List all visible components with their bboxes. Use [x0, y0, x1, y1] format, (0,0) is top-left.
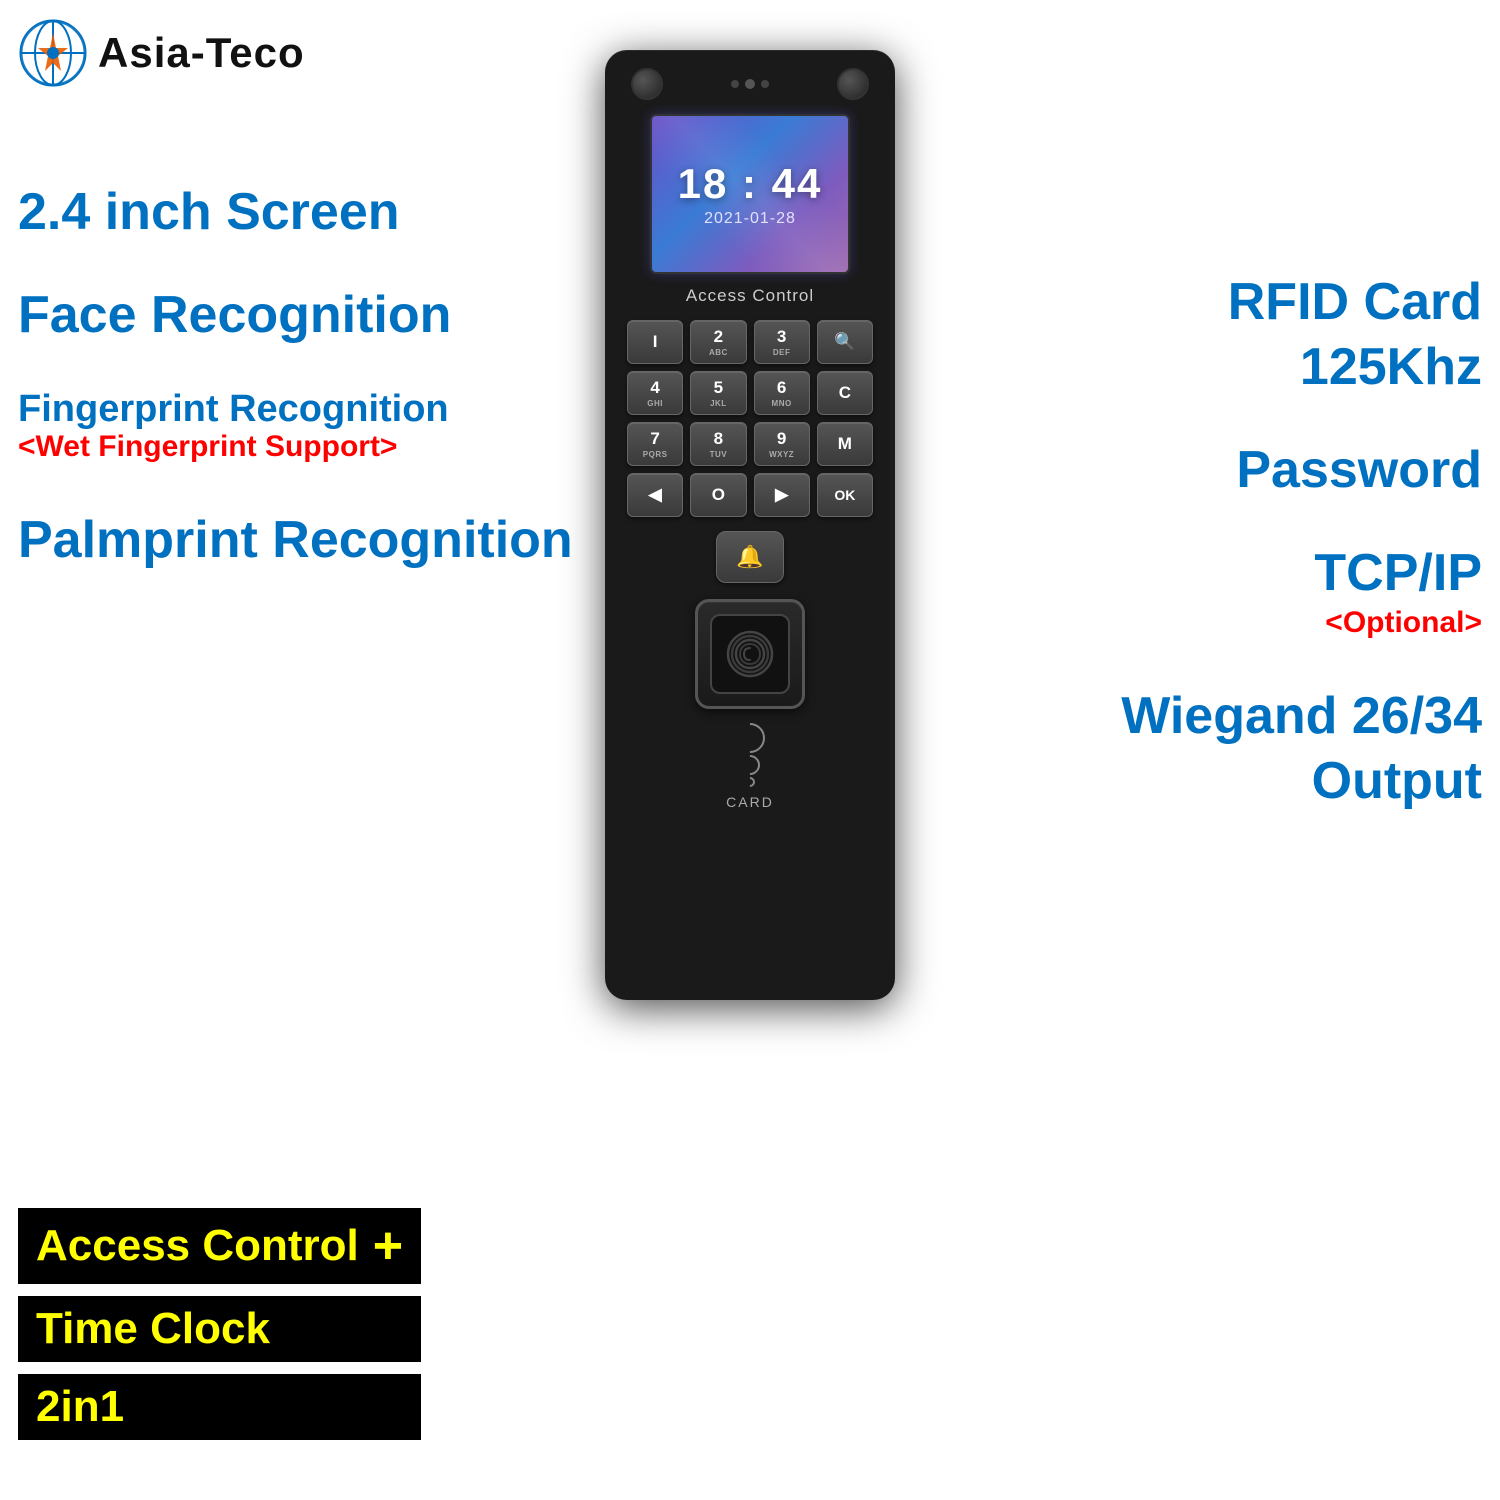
- key-4[interactable]: 4 GHI: [627, 371, 683, 415]
- card-label: CARD: [726, 794, 774, 810]
- key-6-main: 6: [777, 378, 786, 398]
- face-recognition-label: Face Recognition: [18, 283, 573, 348]
- key-m[interactable]: M: [817, 422, 873, 466]
- key-1-main: I: [653, 332, 658, 352]
- freq-label: 125Khz: [1300, 335, 1482, 400]
- key-6[interactable]: 6 MNO: [754, 371, 810, 415]
- right-features: RFID Card 125Khz Password TCP/IP <Option…: [1121, 200, 1482, 814]
- output-label: Output: [1312, 749, 1482, 814]
- key-5[interactable]: 5 JKL: [690, 371, 746, 415]
- right-sensor: [837, 68, 869, 100]
- top-sensors: [627, 68, 873, 100]
- device-access-label: Access Control: [686, 286, 814, 306]
- key-2-main: 2: [714, 327, 723, 347]
- key-9-sub: WXYZ: [769, 450, 794, 459]
- fingerprint-recognition-label: Fingerprint Recognition: [18, 386, 573, 434]
- key-3[interactable]: 3 DEF: [754, 320, 810, 364]
- bell-button[interactable]: 🔔: [716, 531, 784, 583]
- screen-size-label: 2.4 inch Screen: [18, 180, 573, 245]
- left-arrow-icon: ◀: [649, 485, 662, 505]
- key-5-sub: JKL: [710, 399, 727, 408]
- sensor-dot-camera: [745, 79, 755, 89]
- key-ok-main: OK: [834, 487, 855, 503]
- key-2[interactable]: 2 ABC: [690, 320, 746, 364]
- screen-time: 18 : 44: [678, 160, 823, 208]
- key-c[interactable]: C: [817, 371, 873, 415]
- key-3-main: 3: [777, 327, 786, 347]
- fingerprint-area[interactable]: [695, 599, 805, 709]
- fingerprint-svg: [720, 624, 780, 684]
- rfid-label: RFID Card: [1228, 270, 1482, 335]
- key-8-main: 8: [714, 429, 723, 449]
- key-left[interactable]: ◀: [627, 473, 683, 517]
- sensor-dots: [731, 79, 769, 89]
- key-7-main: 7: [650, 429, 659, 449]
- key-ok[interactable]: OK: [817, 473, 873, 517]
- fingerprint-sensor: [710, 614, 790, 694]
- left-features: 2.4 inch Screen Face Recognition Fingerp…: [18, 120, 573, 573]
- device-wrapper: 18 : 44 2021-01-28 Access Control I 2 AB…: [590, 50, 910, 1000]
- sensor-dot-2: [761, 80, 769, 88]
- palmprint-recognition-label: Palmprint Recognition: [18, 508, 573, 573]
- wave-arc-large: [729, 717, 771, 759]
- wiegand-label: Wiegand 26/34: [1121, 684, 1482, 749]
- card-waves: [735, 723, 765, 787]
- wave-arc-small: [743, 775, 757, 789]
- key-9[interactable]: 9 WXYZ: [754, 422, 810, 466]
- key-2-sub: ABC: [709, 348, 728, 357]
- left-sensor: [631, 68, 663, 100]
- key-4-sub: GHI: [647, 399, 663, 408]
- key-7-sub: PQRS: [643, 450, 668, 459]
- access-control-box-text: Access Control: [36, 1221, 359, 1271]
- twoin1-box: 2in1: [18, 1374, 421, 1440]
- key-8[interactable]: 8 TUV: [690, 422, 746, 466]
- plus-icon: +: [373, 1216, 403, 1276]
- key-0[interactable]: O: [690, 473, 746, 517]
- device-screen: 18 : 44 2021-01-28: [650, 114, 850, 274]
- screen-date: 2021-01-28: [704, 210, 796, 228]
- key-m-main: M: [838, 434, 852, 454]
- logo-icon: [18, 18, 88, 88]
- keypad: I 2 ABC 3 DEF 🔍 4 GHI 5 JKL: [627, 320, 873, 517]
- time-clock-box-text: Time Clock: [36, 1304, 270, 1354]
- logo-text: Asia-Teco: [98, 29, 305, 77]
- logo-area: Asia-Teco: [18, 18, 305, 88]
- key-8-sub: TUV: [710, 450, 728, 459]
- twoin1-box-text: 2in1: [36, 1382, 124, 1432]
- wet-fingerprint-label: <Wet Fingerprint Support>: [18, 430, 573, 464]
- key-9-main: 9: [777, 429, 786, 449]
- key-right[interactable]: ▶: [754, 473, 810, 517]
- label-boxes: Access Control + Time Clock 2in1: [18, 1208, 421, 1440]
- key-0-main: O: [712, 485, 725, 505]
- key-7[interactable]: 7 PQRS: [627, 422, 683, 466]
- key-5-main: 5: [714, 378, 723, 398]
- key-3-sub: DEF: [773, 348, 791, 357]
- access-control-box: Access Control +: [18, 1208, 421, 1284]
- key-search[interactable]: 🔍: [817, 320, 873, 364]
- time-clock-box: Time Clock: [18, 1296, 421, 1362]
- key-6-sub: MNO: [772, 399, 792, 408]
- password-label: Password: [1236, 438, 1482, 503]
- tcp-label: TCP/IP: [1314, 541, 1482, 606]
- device: 18 : 44 2021-01-28 Access Control I 2 AB…: [605, 50, 895, 1000]
- key-1[interactable]: I: [627, 320, 683, 364]
- key-4-main: 4: [650, 378, 659, 398]
- sensor-dot-1: [731, 80, 739, 88]
- bell-icon: 🔔: [736, 544, 763, 570]
- wave-arc-medium: [736, 751, 764, 779]
- optional-label: <Optional>: [1325, 606, 1482, 640]
- search-icon: 🔍: [834, 332, 855, 352]
- card-area: CARD: [726, 723, 774, 810]
- right-arrow-icon: ▶: [775, 485, 788, 505]
- key-c-main: C: [839, 383, 851, 403]
